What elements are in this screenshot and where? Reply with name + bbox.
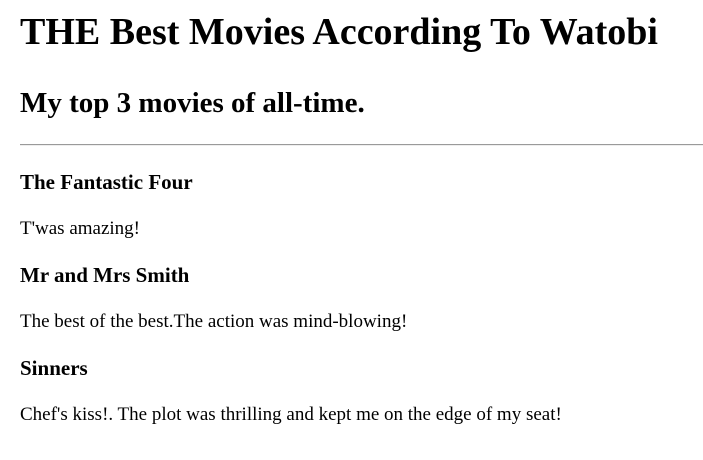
movie-item: Sinners Chef's kiss!. The plot was thril… xyxy=(20,355,703,427)
movie-title: Mr and Mrs Smith xyxy=(20,263,190,287)
movie-item: The Fantastic Four T'was amazing! xyxy=(20,169,703,241)
movie-title: Sinners xyxy=(20,356,88,380)
movie-review: Chef's kiss!. The plot was thrilling and… xyxy=(20,404,562,425)
page-title: THE Best Movies According To Watobi xyxy=(20,11,658,53)
page-content: THE Best Movies According To Watobi My t… xyxy=(20,10,703,427)
section-divider xyxy=(20,144,703,146)
page-subtitle: My top 3 movies of all-time. xyxy=(20,87,365,119)
movie-list: The Fantastic Four T'was amazing! Mr and… xyxy=(20,169,703,427)
movie-title: The Fantastic Four xyxy=(20,170,193,194)
movie-review: T'was amazing! xyxy=(20,218,141,239)
movie-item: Mr and Mrs Smith The best of the best.Th… xyxy=(20,262,703,334)
movie-review: The best of the best.The action was mind… xyxy=(20,311,408,332)
